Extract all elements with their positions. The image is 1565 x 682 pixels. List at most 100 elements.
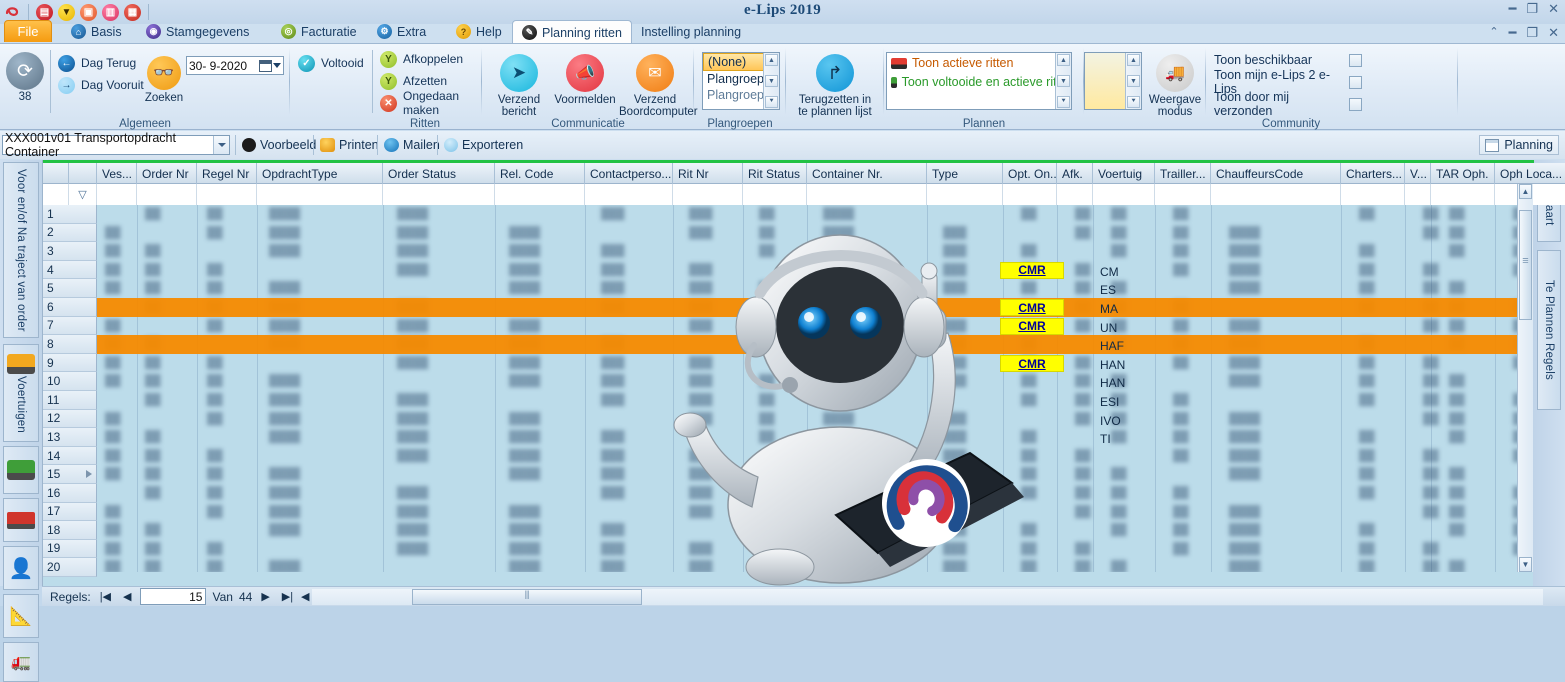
weergave-scrollbar[interactable]: ▲ ▼ ⯆ [1125, 53, 1141, 109]
filter-cell-12[interactable] [927, 184, 1003, 205]
report-select-arrow[interactable] [213, 136, 229, 154]
filter-cell-18[interactable] [1341, 184, 1405, 205]
weergave-scroll-down-icon[interactable]: ⯆ [1127, 96, 1140, 108]
refresh-button[interactable]: ⟳ 38 [0, 52, 50, 103]
date-input[interactable]: 30- 9-2020 [186, 56, 284, 75]
column-header-blank-1[interactable] [69, 163, 97, 184]
mailen-button[interactable]: Mailen [377, 135, 444, 155]
toon-door-mij-verzonden-row[interactable]: Toon door mij verzonden [1214, 90, 1362, 118]
toon-beschikbaar-checkbox[interactable] [1349, 53, 1362, 67]
ongedaan-maken-button[interactable]: ✕ Ongedaan maken [380, 89, 482, 117]
row-number[interactable]: 9 [43, 353, 97, 373]
column-header-oph-loca[interactable]: Oph Loca... [1495, 163, 1565, 184]
row-number[interactable]: 6 [43, 297, 97, 317]
row-number[interactable]: 14 [43, 446, 97, 466]
plannen-scrollbar[interactable]: ▲ ▼ ⯆ [1055, 53, 1071, 109]
filter-cell-17[interactable] [1211, 184, 1341, 205]
voltooid-button[interactable]: ✓ Voltooid [298, 52, 364, 74]
sidebar-item-voor-na-traject[interactable]: Voor en/of Na traject van order [3, 162, 39, 338]
terugzetten-button[interactable]: ↱ Terugzetten in te plannen lijst [794, 54, 876, 118]
dag-vooruit-button[interactable]: → Dag Vooruit [58, 74, 144, 96]
afkoppelen-button[interactable]: Y Afkoppelen [380, 48, 463, 70]
chevron-down-icon[interactable] [273, 63, 281, 68]
column-header-rel-code[interactable]: Rel. Code [495, 163, 585, 184]
weergave-scroll-thumb-icon[interactable]: ▼ [1127, 75, 1140, 87]
filter-cell-19[interactable] [1405, 184, 1431, 205]
row-number[interactable]: 17 [43, 502, 97, 522]
row-number[interactable]: 12 [43, 409, 97, 429]
grid-horizontal-scrollbar[interactable]: ◀ [298, 589, 1557, 605]
row-number[interactable]: 15 [43, 465, 97, 484]
tab-stamgegevens[interactable]: ◉ Stamgegevens [137, 20, 258, 43]
sidebar-item-voertuigen[interactable]: Voertuigen [3, 344, 39, 442]
first-record-button[interactable]: |◀ [97, 590, 114, 603]
toon-door-mij-verzonden-checkbox[interactable] [1349, 97, 1362, 111]
filter-cell-11[interactable] [807, 184, 927, 205]
row-number[interactable]: 4 [43, 260, 97, 280]
current-record-input[interactable]: 15 [140, 588, 207, 605]
plannen-listbox[interactable]: Toon actieve ritten Toon voltooide en ac… [886, 52, 1072, 110]
scroll-down-arrow-icon[interactable]: ▼ [1519, 557, 1532, 572]
tab-help[interactable]: ? Help [447, 20, 511, 43]
row-number[interactable]: 8 [43, 335, 97, 354]
next-record-button[interactable]: ▶ [258, 590, 272, 603]
row-number[interactable]: 1 [43, 205, 97, 224]
filter-cell-5[interactable] [257, 184, 383, 205]
printen-button[interactable]: Printen [313, 135, 383, 155]
filter-cell-13[interactable] [1003, 184, 1057, 205]
toon-mijn-elips-checkbox[interactable] [1349, 75, 1362, 89]
verzend-bericht-button[interactable]: ➤ Verzend bericht [487, 54, 551, 118]
column-header-chauffeurscode[interactable]: ChauffeursCode [1211, 163, 1341, 184]
tab-basis[interactable]: ⌂ Basis [62, 20, 131, 43]
column-header-blank-0[interactable] [43, 163, 69, 184]
filter-cell-2[interactable] [97, 184, 137, 205]
row-number[interactable]: 7 [43, 316, 97, 336]
column-header-rit-nr[interactable]: Rit Nr [673, 163, 743, 184]
tab-facturatie[interactable]: ◎ Facturatie [272, 20, 366, 43]
restore-icon[interactable]: ❐ [1526, 2, 1538, 15]
report-select[interactable]: XXX001v01 Transportopdracht Container [2, 131, 230, 159]
filter-cell-8[interactable] [585, 184, 673, 205]
weergave-listbox[interactable]: ▲ ▼ ⯆ [1084, 52, 1142, 110]
plannen-option-1-row[interactable]: Toon voltooide en actieve ritte [887, 71, 1071, 90]
plannen-scroll-down-icon[interactable]: ⯆ [1057, 96, 1070, 108]
column-header-voertuig[interactable]: Voertuig [1093, 163, 1155, 184]
sidebar-item-extra[interactable]: 🚛 [3, 642, 39, 682]
tab-instelling-planning[interactable]: Instelling planning [632, 20, 750, 43]
scroll-down-icon[interactable]: ⯆ [765, 96, 778, 108]
column-header-contactperso[interactable]: Contactperso... [585, 163, 673, 184]
column-header-container-nr[interactable]: Container Nr. [807, 163, 927, 184]
tab-file[interactable]: File [4, 20, 52, 42]
row-number[interactable]: 10 [43, 372, 97, 391]
plannen-option-0-row[interactable]: Toon actieve ritten [887, 53, 1071, 71]
hscroll-thumb[interactable] [412, 589, 642, 605]
filter-cell-0[interactable] [43, 184, 69, 205]
minimize-icon[interactable]: ━ [1509, 2, 1517, 15]
weergave-modus-button[interactable]: 🚚 Weergave modus [1146, 54, 1204, 118]
previous-record-button[interactable]: ◀ [120, 590, 134, 603]
grid-vertical-scrollbar[interactable]: ▲ ▼ [1517, 184, 1533, 572]
column-header-ves[interactable]: Ves... [97, 163, 137, 184]
row-number[interactable]: 13 [43, 428, 97, 447]
column-header-order-status[interactable]: Order Status [383, 163, 495, 184]
voormelden-button[interactable]: 📣 Voormelden [553, 54, 617, 106]
row-number[interactable]: 19 [43, 539, 97, 559]
column-header-opt-on[interactable]: Opt. On.. [1003, 163, 1057, 184]
tab-extra[interactable]: ⚙ Extra [368, 20, 435, 43]
filter-cell-4[interactable] [197, 184, 257, 205]
scroll-thumb-icon[interactable]: ▼ [765, 75, 778, 87]
sidebar-item-driver[interactable]: 👤 [3, 546, 39, 590]
column-header-rit-status[interactable]: Rit Status [743, 163, 807, 184]
hscroll-left-arrow-icon[interactable]: ◀ [298, 590, 312, 603]
tab-planning-ritten[interactable]: ✎ Planning ritten [512, 20, 632, 44]
filter-cell-9[interactable] [673, 184, 743, 205]
column-header-tar-oph[interactable]: TAR Oph. [1431, 163, 1495, 184]
weergave-scroll-up-icon[interactable]: ▲ [1127, 54, 1140, 66]
filter-cell-3[interactable] [137, 184, 197, 205]
filter-cell-14[interactable] [1057, 184, 1093, 205]
planning-toggle-button[interactable]: Planning [1479, 135, 1559, 155]
grid-filter-row[interactable]: ▽ [43, 184, 1565, 205]
filter-cell-1[interactable]: ▽ [69, 184, 97, 205]
plangroepen-scrollbar[interactable]: ▲ ▼ ⯆ [763, 53, 779, 109]
exporteren-button[interactable]: Exporteren [437, 135, 527, 155]
